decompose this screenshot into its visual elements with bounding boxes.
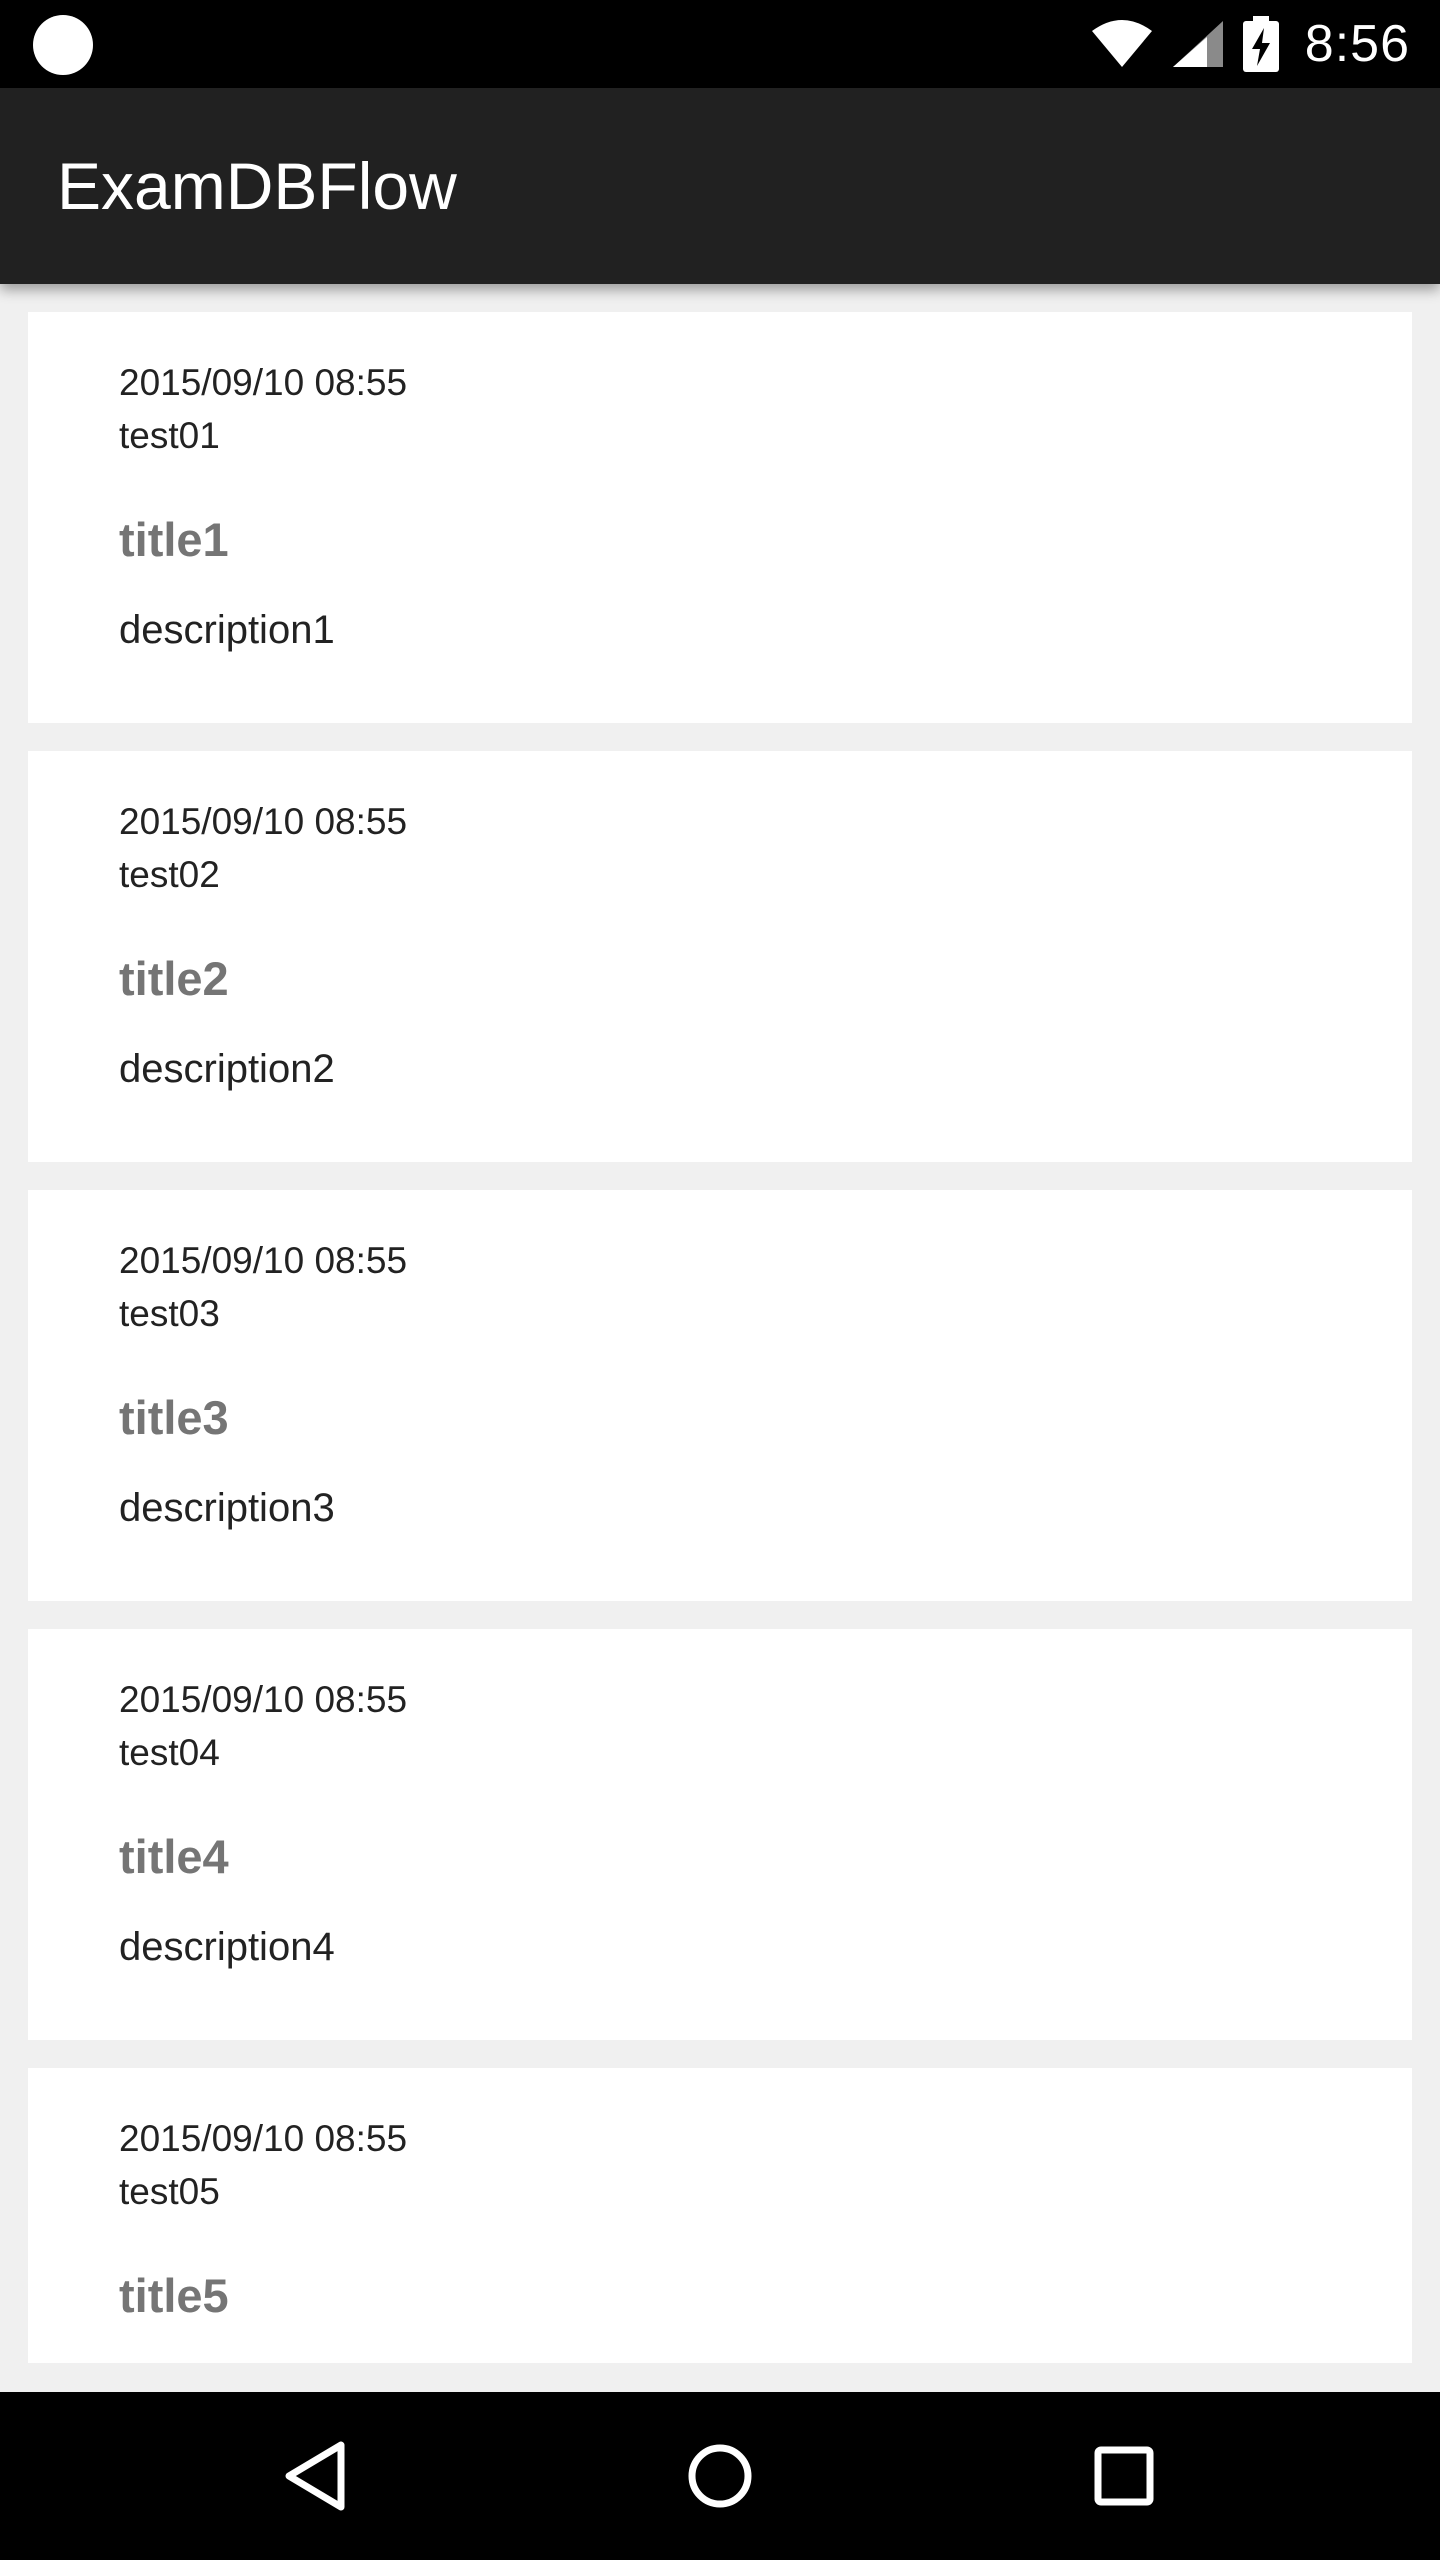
app-title: ExamDBFlow <box>57 149 457 223</box>
recents-button[interactable] <box>1074 2426 1174 2526</box>
item-description: description3 <box>119 1486 335 1530</box>
item-description: description1 <box>119 608 335 652</box>
list-item[interactable]: 2015/09/10 08:55 test03 title3 descripti… <box>28 1190 1412 1601</box>
item-user: test05 <box>119 2171 220 2212</box>
navigation-bar <box>0 2392 1440 2560</box>
battery-charging-icon <box>1242 16 1279 72</box>
item-title: title1 <box>119 513 229 566</box>
item-date: 2015/09/10 08:55 <box>119 1240 408 1281</box>
item-title: title2 <box>119 952 229 1005</box>
home-icon <box>688 2444 752 2508</box>
list-item[interactable]: 2015/09/10 08:55 test04 title4 descripti… <box>28 1629 1412 2040</box>
list-item[interactable]: 2015/09/10 08:55 test05 title5 <box>28 2068 1412 2363</box>
item-date: 2015/09/10 08:55 <box>119 1679 408 1720</box>
notification-dot-icon <box>33 15 93 75</box>
wifi-icon <box>1091 20 1152 67</box>
cell-signal-icon <box>1172 21 1223 67</box>
clock: 8:56 <box>1304 15 1410 73</box>
item-user: test04 <box>119 1732 220 1773</box>
item-description: description2 <box>119 1047 335 1091</box>
item-date: 2015/09/10 08:55 <box>119 2118 408 2159</box>
status-icons: 8:56 <box>1091 0 1410 88</box>
home-button[interactable] <box>670 2426 770 2526</box>
item-title: title4 <box>119 1830 229 1883</box>
item-description: description4 <box>119 1925 335 1969</box>
app-bar: ExamDBFlow <box>0 88 1440 284</box>
back-button[interactable] <box>266 2426 366 2526</box>
item-user: test03 <box>119 1293 220 1334</box>
list-item[interactable]: 2015/09/10 08:55 test01 title1 descripti… <box>28 312 1412 723</box>
list-item[interactable]: 2015/09/10 08:55 test02 title2 descripti… <box>28 751 1412 1162</box>
item-title: title5 <box>119 2269 229 2322</box>
item-date: 2015/09/10 08:55 <box>119 801 408 842</box>
recents-icon <box>1094 2446 1154 2506</box>
item-user: test02 <box>119 854 220 895</box>
item-title: title3 <box>119 1391 229 1444</box>
item-list[interactable]: 2015/09/10 08:55 test01 title1 descripti… <box>0 284 1440 2392</box>
item-user: test01 <box>119 415 220 456</box>
back-icon <box>285 2441 345 2511</box>
status-bar: 8:56 <box>0 0 1440 88</box>
item-date: 2015/09/10 08:55 <box>119 362 408 403</box>
